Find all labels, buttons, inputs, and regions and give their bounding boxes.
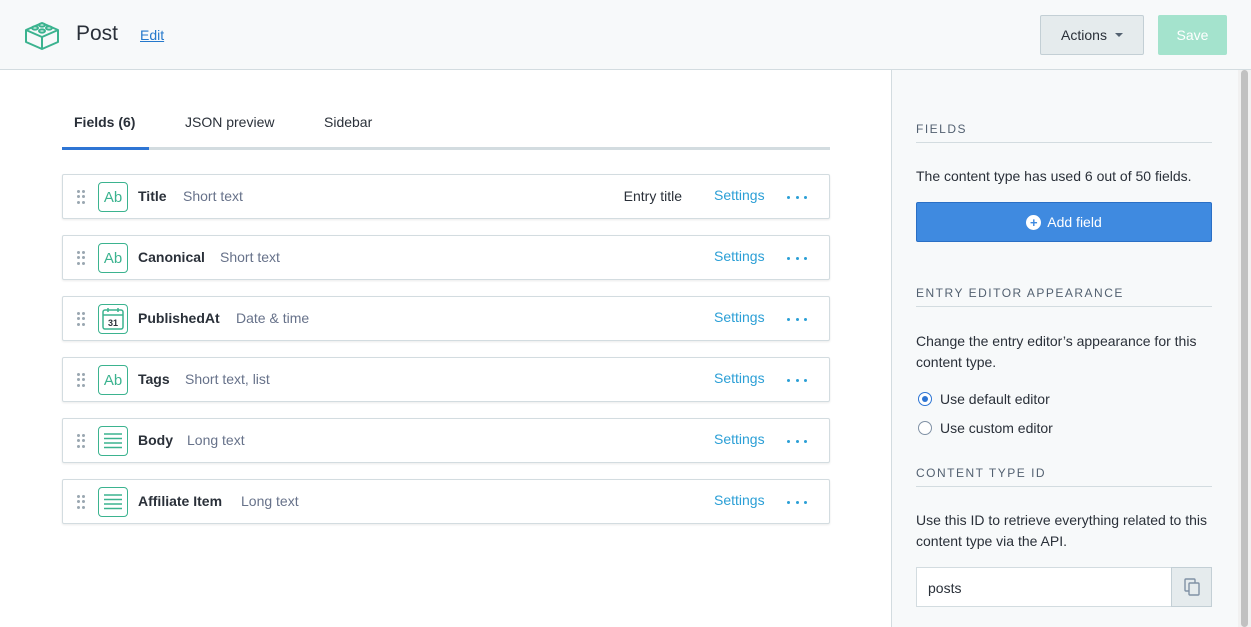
caret-down-icon [1114, 33, 1123, 37]
edit-title-link[interactable]: Edit [140, 27, 164, 43]
drag-handle-icon[interactable] [77, 190, 85, 204]
long-text-icon [98, 487, 128, 517]
more-options-icon[interactable] [787, 188, 807, 206]
editor-section-heading: Entry editor appearance [916, 286, 1212, 307]
custom-editor-label: Use custom editor [940, 420, 1053, 436]
content-type-id-description: Use this ID to retrieve everything relat… [916, 512, 1208, 549]
more-options-icon[interactable] [787, 310, 807, 328]
content-type-blocks-icon [25, 22, 59, 50]
long-text-icon [98, 426, 128, 456]
app-header: Post Edit Actions Save [0, 0, 1251, 70]
field-type: Short text [220, 249, 280, 265]
more-options-icon[interactable] [787, 249, 807, 267]
short-text-icon: Ab [98, 365, 128, 395]
entry-title-badge: Entry title [623, 188, 682, 204]
field-row-affiliate-item[interactable]: Affiliate Item Long text Settings [62, 479, 830, 524]
editor-description: Change the entry editor’s appearance for… [916, 333, 1197, 370]
field-settings-link[interactable]: Settings [714, 248, 765, 264]
field-name: Canonical [138, 249, 205, 265]
field-name: PublishedAt [138, 310, 220, 326]
add-field-label: Add field [1047, 214, 1102, 230]
custom-editor-radio[interactable] [918, 421, 932, 435]
field-settings-link[interactable]: Settings [714, 492, 765, 508]
actions-label: Actions [1061, 27, 1107, 43]
short-text-icon: Ab [98, 182, 128, 212]
actions-dropdown-button[interactable]: Actions [1040, 15, 1144, 55]
default-editor-radio[interactable] [918, 392, 932, 406]
field-row-canonical[interactable]: Ab Canonical Short text Settings [62, 235, 830, 280]
page-title: Post [76, 22, 119, 45]
field-settings-link[interactable]: Settings [714, 187, 765, 203]
tab-json-preview[interactable]: JSON preview [185, 114, 274, 130]
field-row-body[interactable]: Body Long text Settings [62, 418, 830, 463]
field-settings-link[interactable]: Settings [714, 370, 765, 386]
fields-usage-text: The content type has used 6 out of 50 fi… [916, 168, 1192, 184]
field-type: Date & time [236, 310, 310, 326]
short-text-icon: Ab [98, 243, 128, 273]
field-settings-link[interactable]: Settings [714, 431, 765, 447]
more-options-icon[interactable] [787, 371, 807, 389]
default-editor-label: Use default editor [940, 391, 1050, 407]
field-row-publishedat[interactable]: 31 PublishedAt Date & time Settings [62, 296, 830, 341]
drag-handle-icon[interactable] [77, 434, 85, 448]
drag-handle-icon[interactable] [77, 312, 85, 326]
copy-icon [1183, 578, 1200, 596]
save-button[interactable]: Save [1158, 15, 1227, 55]
sidebar-scrollbar[interactable] [1238, 70, 1251, 627]
field-name: Body [138, 432, 173, 448]
field-type: Short text [183, 188, 243, 204]
scrollbar-thumb[interactable] [1241, 70, 1248, 627]
content-type-tabs: Fields (6) JSON preview Sidebar [62, 100, 830, 150]
drag-handle-icon[interactable] [77, 495, 85, 509]
drag-handle-icon[interactable] [77, 373, 85, 387]
custom-editor-option[interactable]: Use custom editor [918, 420, 1053, 436]
plus-circle-icon: + [1026, 214, 1042, 230]
content-type-id-heading: Content type ID [916, 466, 1212, 487]
calendar-icon: 31 [98, 304, 128, 334]
content-type-id-field[interactable]: posts [916, 567, 1172, 607]
drag-handle-icon[interactable] [77, 251, 85, 265]
more-options-icon[interactable] [787, 432, 807, 450]
field-row-title[interactable]: Ab Title Short text Entry title Settings [62, 174, 830, 219]
field-name: Affiliate Item [138, 493, 223, 509]
field-row-tags[interactable]: Ab Tags Short text, list Settings [62, 357, 830, 402]
field-name: Tags [138, 371, 170, 387]
tab-sidebar[interactable]: Sidebar [324, 114, 372, 130]
field-type: Short text, list [185, 371, 270, 387]
fields-section-heading: Fields [916, 122, 1212, 143]
tab-fields[interactable]: Fields (6) [74, 114, 135, 130]
field-type: Long text [241, 493, 299, 509]
field-settings-link[interactable]: Settings [714, 309, 765, 325]
more-options-icon[interactable] [787, 493, 807, 511]
copy-id-button[interactable] [1171, 567, 1212, 607]
field-type: Long text [187, 432, 245, 448]
default-editor-option[interactable]: Use default editor [918, 391, 1050, 407]
calendar-day-text: 31 [108, 318, 118, 328]
field-name: Title [138, 188, 167, 204]
add-field-button[interactable]: + Add field [916, 202, 1212, 242]
active-tab-indicator [62, 147, 149, 150]
